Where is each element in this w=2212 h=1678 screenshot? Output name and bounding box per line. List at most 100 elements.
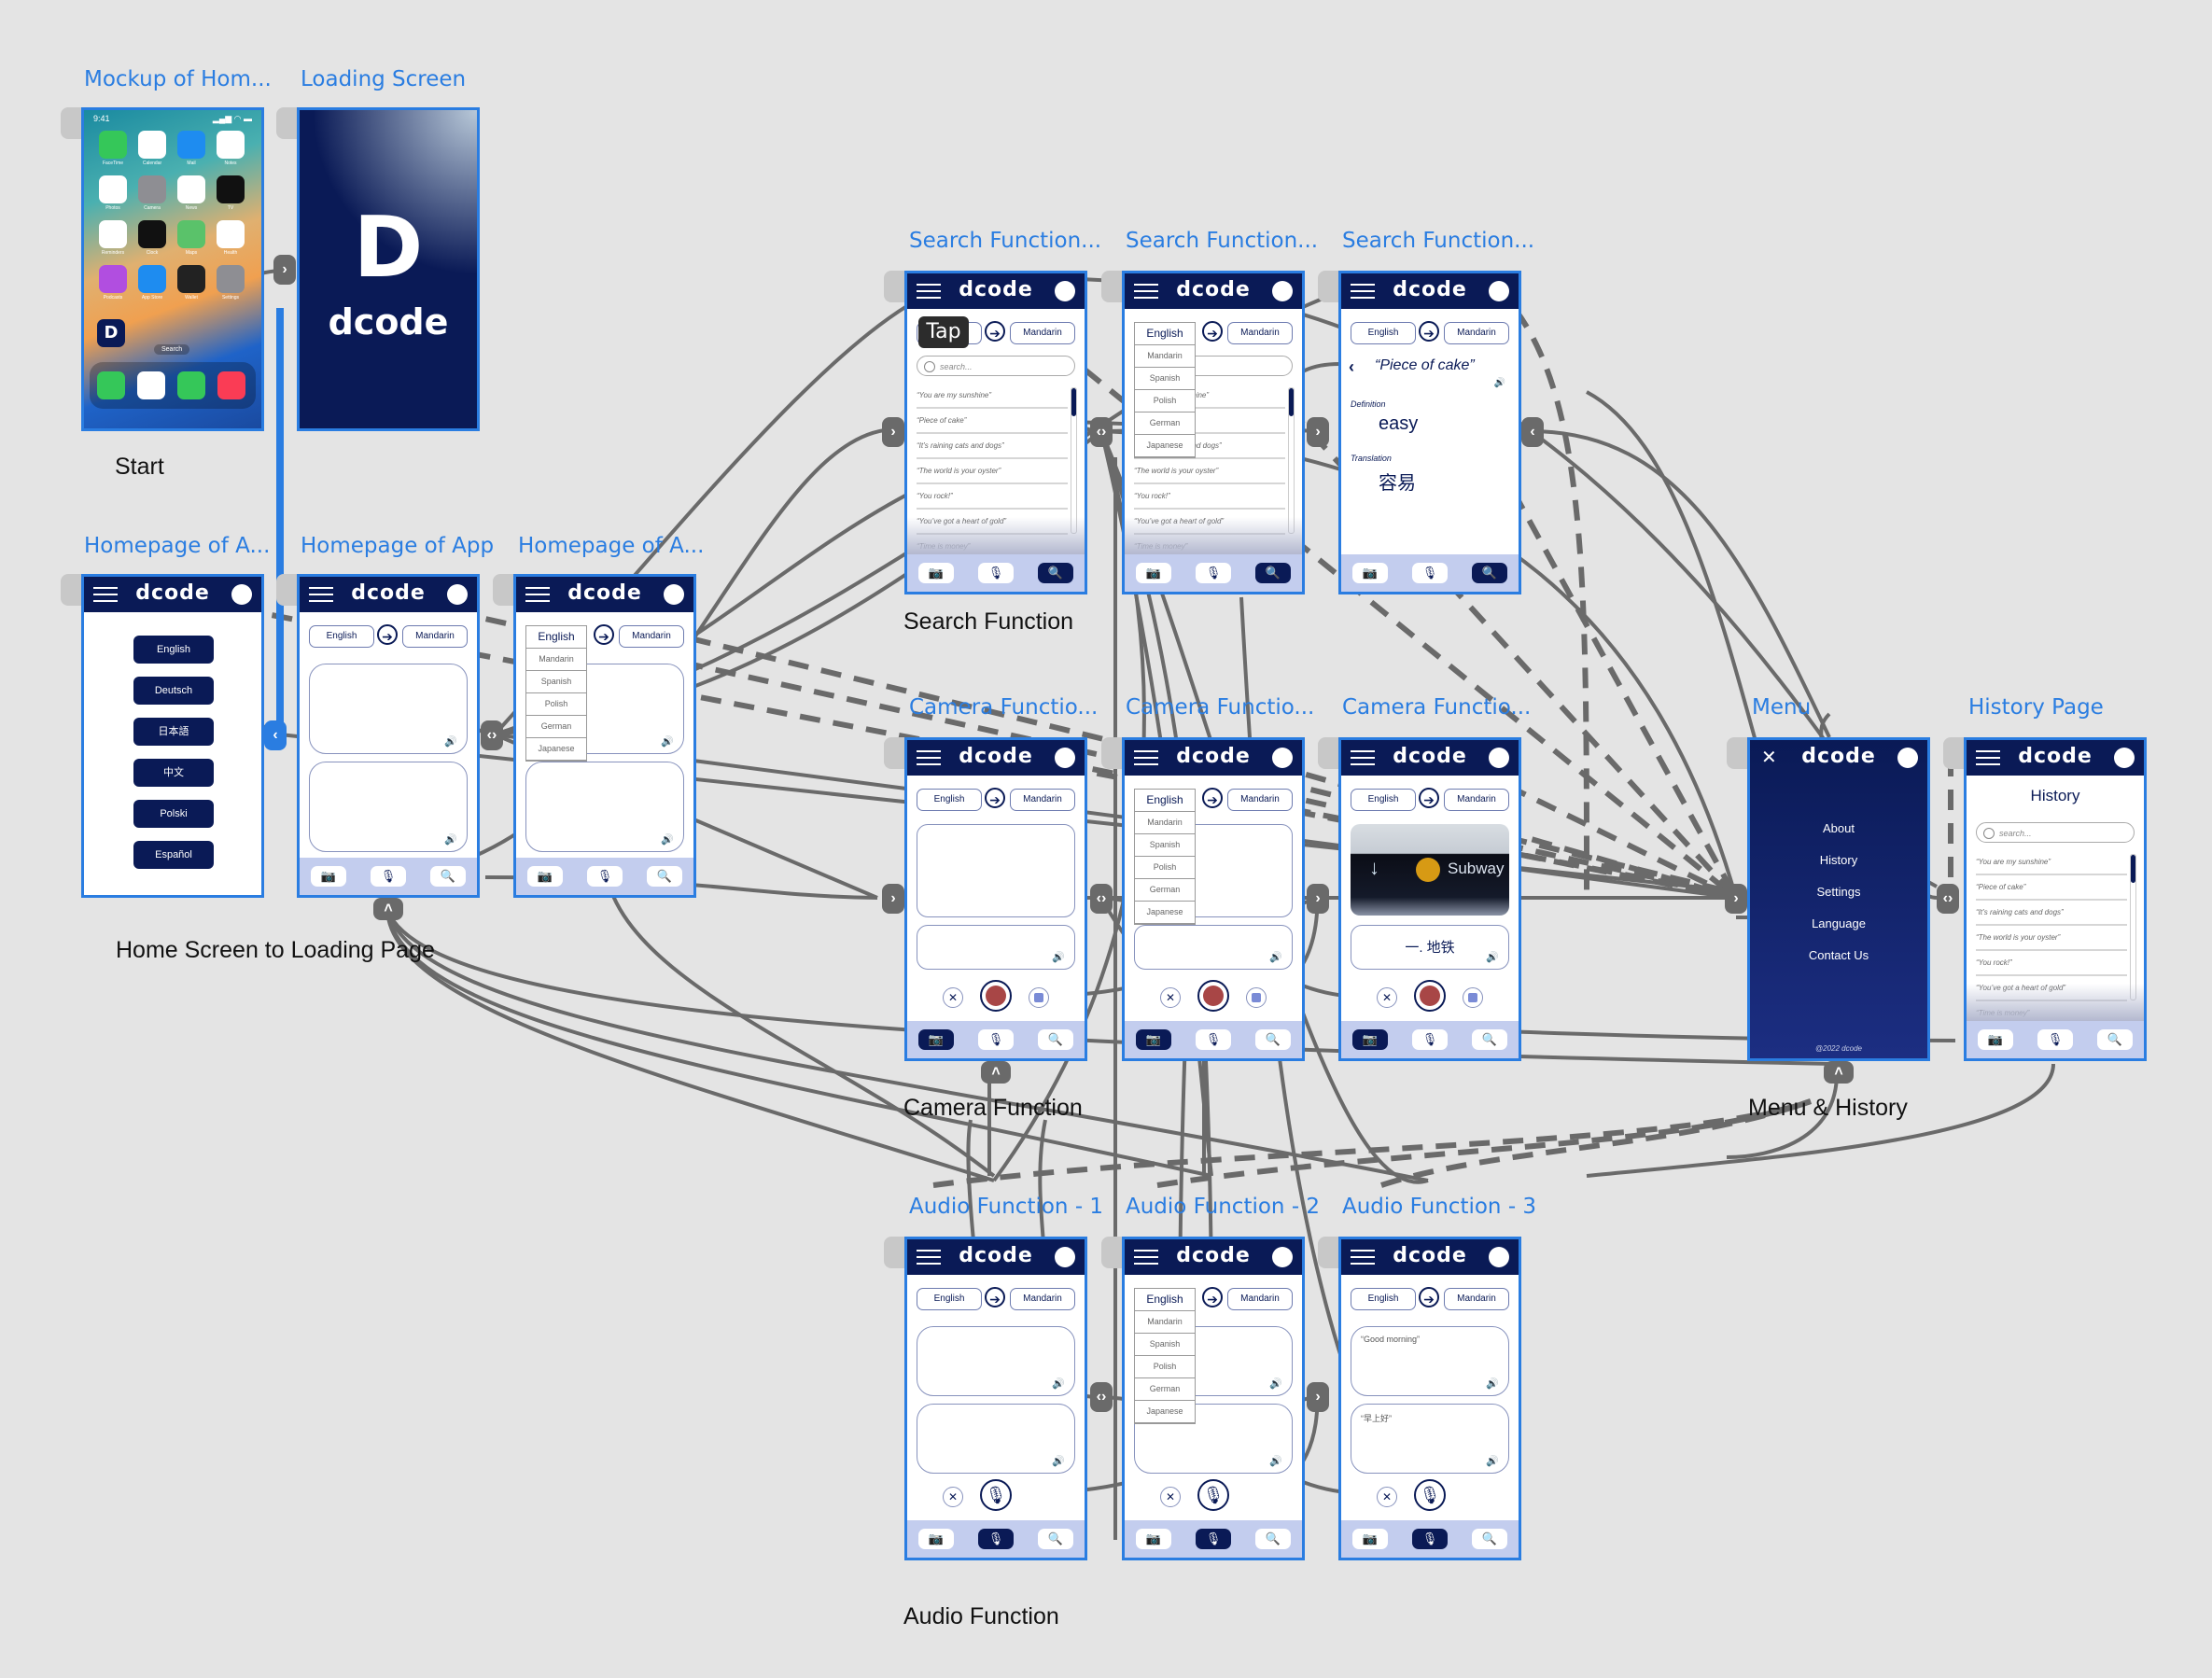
avatar[interactable] (1897, 748, 1918, 768)
frame-title-loading[interactable]: Loading Screen (301, 67, 466, 91)
search-tab[interactable]: 🔍 (2097, 1029, 2133, 1050)
mic-tab[interactable]: 🎙 (2037, 1029, 2073, 1050)
target-text-box[interactable]: 🔊 (917, 1404, 1075, 1474)
close-icon[interactable]: ✕ (1160, 987, 1181, 1008)
app-icon[interactable]: Camera (133, 175, 172, 220)
avatar[interactable] (1489, 1247, 1509, 1267)
swap-arrow-icon[interactable]: ➔ (1419, 321, 1439, 342)
avatar[interactable] (1272, 748, 1293, 768)
speaker-icon[interactable]: 🔊 (1486, 1455, 1499, 1467)
swap-arrow-icon[interactable]: ➔ (985, 321, 1005, 342)
flow-arrow-right[interactable]: › (882, 417, 904, 447)
dropdown-option[interactable]: German (526, 716, 586, 738)
list-item[interactable]: “Piece of cake” (917, 409, 1068, 434)
gallery-icon[interactable] (1246, 987, 1267, 1008)
source-text-box[interactable]: “Good morning” 🔊 (1351, 1326, 1509, 1396)
dropdown-option[interactable]: English (1135, 323, 1195, 345)
source-language[interactable]: English (1351, 322, 1416, 344)
source-language[interactable]: English (309, 625, 374, 648)
target-language[interactable]: Mandarin (1227, 1288, 1293, 1310)
search-tab[interactable]: 🔍 (1472, 1029, 1507, 1050)
swap-arrow-icon[interactable]: ➔ (594, 624, 614, 645)
target-language[interactable]: Mandarin (1010, 322, 1075, 344)
avatar[interactable] (1055, 281, 1075, 301)
avatar[interactable] (1055, 1247, 1075, 1267)
dropdown-option[interactable]: Spanish (1135, 834, 1195, 857)
avatar[interactable] (231, 584, 252, 605)
app-icon[interactable]: Calendar (133, 131, 172, 175)
mic-tab[interactable]: 🎙 (1196, 1529, 1231, 1549)
flow-arrow[interactable]: ‹› (1937, 884, 1959, 914)
speaker-icon[interactable]: 🔊 (1269, 1455, 1282, 1467)
speaker-icon[interactable]: 🔊 (661, 833, 674, 846)
swap-arrow-icon[interactable]: ➔ (985, 788, 1005, 808)
dropdown-option[interactable]: English (1135, 1289, 1195, 1311)
frame-title-camera2[interactable]: Camera Functio... (1126, 695, 1314, 720)
swap-arrow-icon[interactable]: ➔ (1419, 788, 1439, 808)
flow-arrow-right[interactable]: › (1307, 884, 1329, 914)
shutter-button[interactable] (1414, 980, 1446, 1012)
swap-arrow-icon[interactable]: ➔ (1202, 788, 1223, 808)
dropdown-option[interactable]: German (1135, 413, 1195, 435)
shutter-button[interactable] (1197, 980, 1229, 1012)
dropdown-option[interactable]: Japanese (526, 738, 586, 761)
flow-arrow[interactable]: ‹› (1090, 417, 1113, 447)
speaker-icon[interactable]: 🔊 (1052, 951, 1065, 963)
frame-search-dropdown[interactable]: dcode ➔ Mandarin search... “You are my s… (1122, 271, 1305, 594)
list-item[interactable]: “It’s raining cats and dogs” (917, 434, 1068, 459)
list-item[interactable]: “The world is your oyster” (1976, 926, 2127, 951)
mic-tab[interactable]: 🎙 (978, 1529, 1014, 1549)
swap-arrow-icon[interactable]: ➔ (985, 1287, 1005, 1307)
target-language[interactable]: Mandarin (1444, 789, 1509, 811)
close-icon[interactable]: ✕ (1377, 987, 1397, 1008)
menu-item[interactable]: History (1750, 845, 1927, 876)
app-icon[interactable]: TV (211, 175, 250, 220)
source-text-box[interactable]: 🔊 (309, 664, 468, 754)
frame-title-audio3[interactable]: Audio Function - 3 (1342, 1195, 1536, 1219)
flow-arrow[interactable]: ‹› (481, 720, 503, 750)
search-tab[interactable]: 🔍 (1255, 1529, 1291, 1549)
app-icon[interactable]: News (172, 175, 211, 220)
frame-title-search3[interactable]: Search Function... (1342, 229, 1534, 253)
frame-homepage-language[interactable]: dcode English Deutsch 日本語 中文 Polski Español (81, 574, 264, 898)
source-language[interactable]: English (917, 789, 982, 811)
app-icon[interactable]: Reminders (93, 220, 133, 265)
close-icon[interactable]: ✕ (1377, 1487, 1397, 1507)
frame-mockup-home[interactable]: 9:41 ▂▄▆ ◠ ▬ FaceTime Calendar Mail Notes Ph… (81, 107, 264, 431)
list-item[interactable]: “You rock!” (1976, 951, 2127, 976)
menu-item[interactable]: Contact Us (1750, 940, 1927, 972)
speaker-icon[interactable]: 🔊 (1486, 1377, 1499, 1390)
dropdown-option[interactable]: English (526, 626, 586, 649)
dropdown-option[interactable]: Mandarin (1135, 812, 1195, 834)
search-tab[interactable]: 🔍 (647, 866, 682, 887)
language-button[interactable]: English (133, 636, 214, 664)
language-button[interactable]: Deutsch (133, 677, 214, 705)
frame-homepage-dropdown[interactable]: dcode ➔ Mandarin 🔊 🔊 English Mandarin Span… (513, 574, 696, 898)
list-item[interactable]: “You rock!” (1134, 484, 1285, 510)
mic-tab[interactable]: 🎙 (1412, 563, 1448, 583)
menu-item[interactable]: About (1750, 813, 1927, 845)
messages-icon[interactable] (177, 371, 205, 399)
close-icon[interactable]: ✕ (943, 1487, 963, 1507)
list-item[interactable]: “It’s raining cats and dogs” (1976, 901, 2127, 926)
frame-title-home1[interactable]: Homepage of A... (84, 534, 270, 558)
search-tab[interactable]: 🔍 (1472, 1529, 1507, 1549)
flow-arrow-right[interactable]: › (882, 884, 904, 914)
language-dropdown[interactable]: English Mandarin Spanish Polish German Japane… (1134, 322, 1196, 458)
dropdown-option[interactable]: Spanish (526, 671, 586, 693)
frame-title-mockup[interactable]: Mockup of Hom... (84, 67, 272, 91)
speaker-icon[interactable]: 🔊 (1052, 1377, 1065, 1390)
source-language[interactable]: English (917, 1288, 982, 1310)
swap-arrow-icon[interactable]: ➔ (1419, 1287, 1439, 1307)
search-tab[interactable]: 🔍 (1472, 563, 1507, 583)
close-icon[interactable]: ✕ (1160, 1487, 1181, 1507)
target-language[interactable]: Mandarin (1010, 789, 1075, 811)
safari-icon[interactable] (137, 371, 165, 399)
frame-title-home3[interactable]: Homepage of A... (518, 534, 704, 558)
record-mic-button[interactable]: 🎙 (1414, 1479, 1446, 1511)
target-language[interactable]: Mandarin (1227, 789, 1293, 811)
speaker-icon[interactable]: 🔊 (1494, 378, 1505, 388)
camera-tab[interactable]: 📷 (1136, 1529, 1171, 1549)
frame-loading-screen[interactable]: D dcode (297, 107, 480, 431)
speaker-icon[interactable]: 🔊 (1486, 951, 1499, 963)
